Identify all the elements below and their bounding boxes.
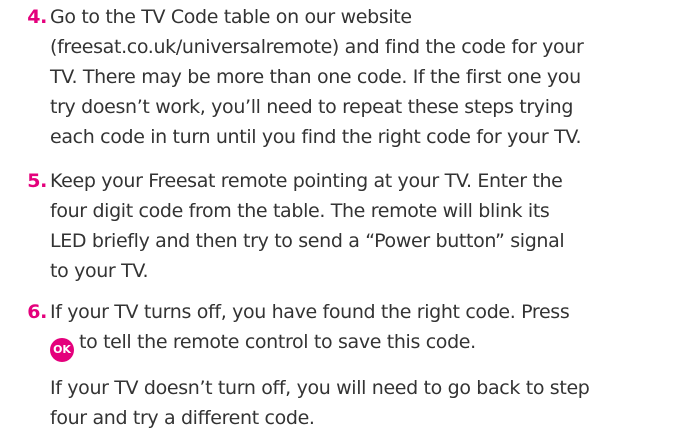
step-4: 4. Go to the TV Code table on our websit…	[21, 2, 671, 152]
step-text-line: to your TV.	[50, 260, 149, 282]
step-number: 4.	[27, 6, 47, 28]
step-number: 5.	[27, 170, 47, 192]
step-text-line-with-button: OK to tell the remote control to save thi…	[21, 327, 671, 362]
step-number: 6.	[27, 301, 47, 323]
step-text-line: (freesat.co.uk/universalremote) and find…	[50, 36, 584, 58]
step-text-line: LED briefly and then try to send a “Powe…	[50, 230, 565, 252]
step-text-line: try doesn’t work, you’ll need to repeat …	[50, 96, 574, 118]
step-5: 5. Keep your Freesat remote pointing at …	[21, 166, 671, 286]
step-text-line: four and try a different code.	[50, 407, 315, 429]
step-text-fragment: to tell the remote control to save this …	[79, 331, 476, 353]
ok-button-icon: OK	[50, 338, 74, 362]
step-text-line: four digit code from the table. The remo…	[50, 200, 550, 222]
step-text-line: If your TV doesn’t turn off, you will ne…	[50, 377, 590, 399]
step-text-line: If your TV turns off, you have found the…	[50, 301, 570, 323]
step-6: 6. If your TV turns off, you have found …	[21, 297, 671, 433]
instruction-document: 4. Go to the TV Code table on our websit…	[0, 0, 682, 438]
step-text-line: TV. There may be more than one code. If …	[50, 66, 581, 88]
step-text-line: Go to the TV Code table on our website	[50, 6, 412, 28]
step-text-line: Keep your Freesat remote pointing at you…	[50, 170, 563, 192]
step-text-line: each code in turn until you find the rig…	[50, 126, 582, 148]
